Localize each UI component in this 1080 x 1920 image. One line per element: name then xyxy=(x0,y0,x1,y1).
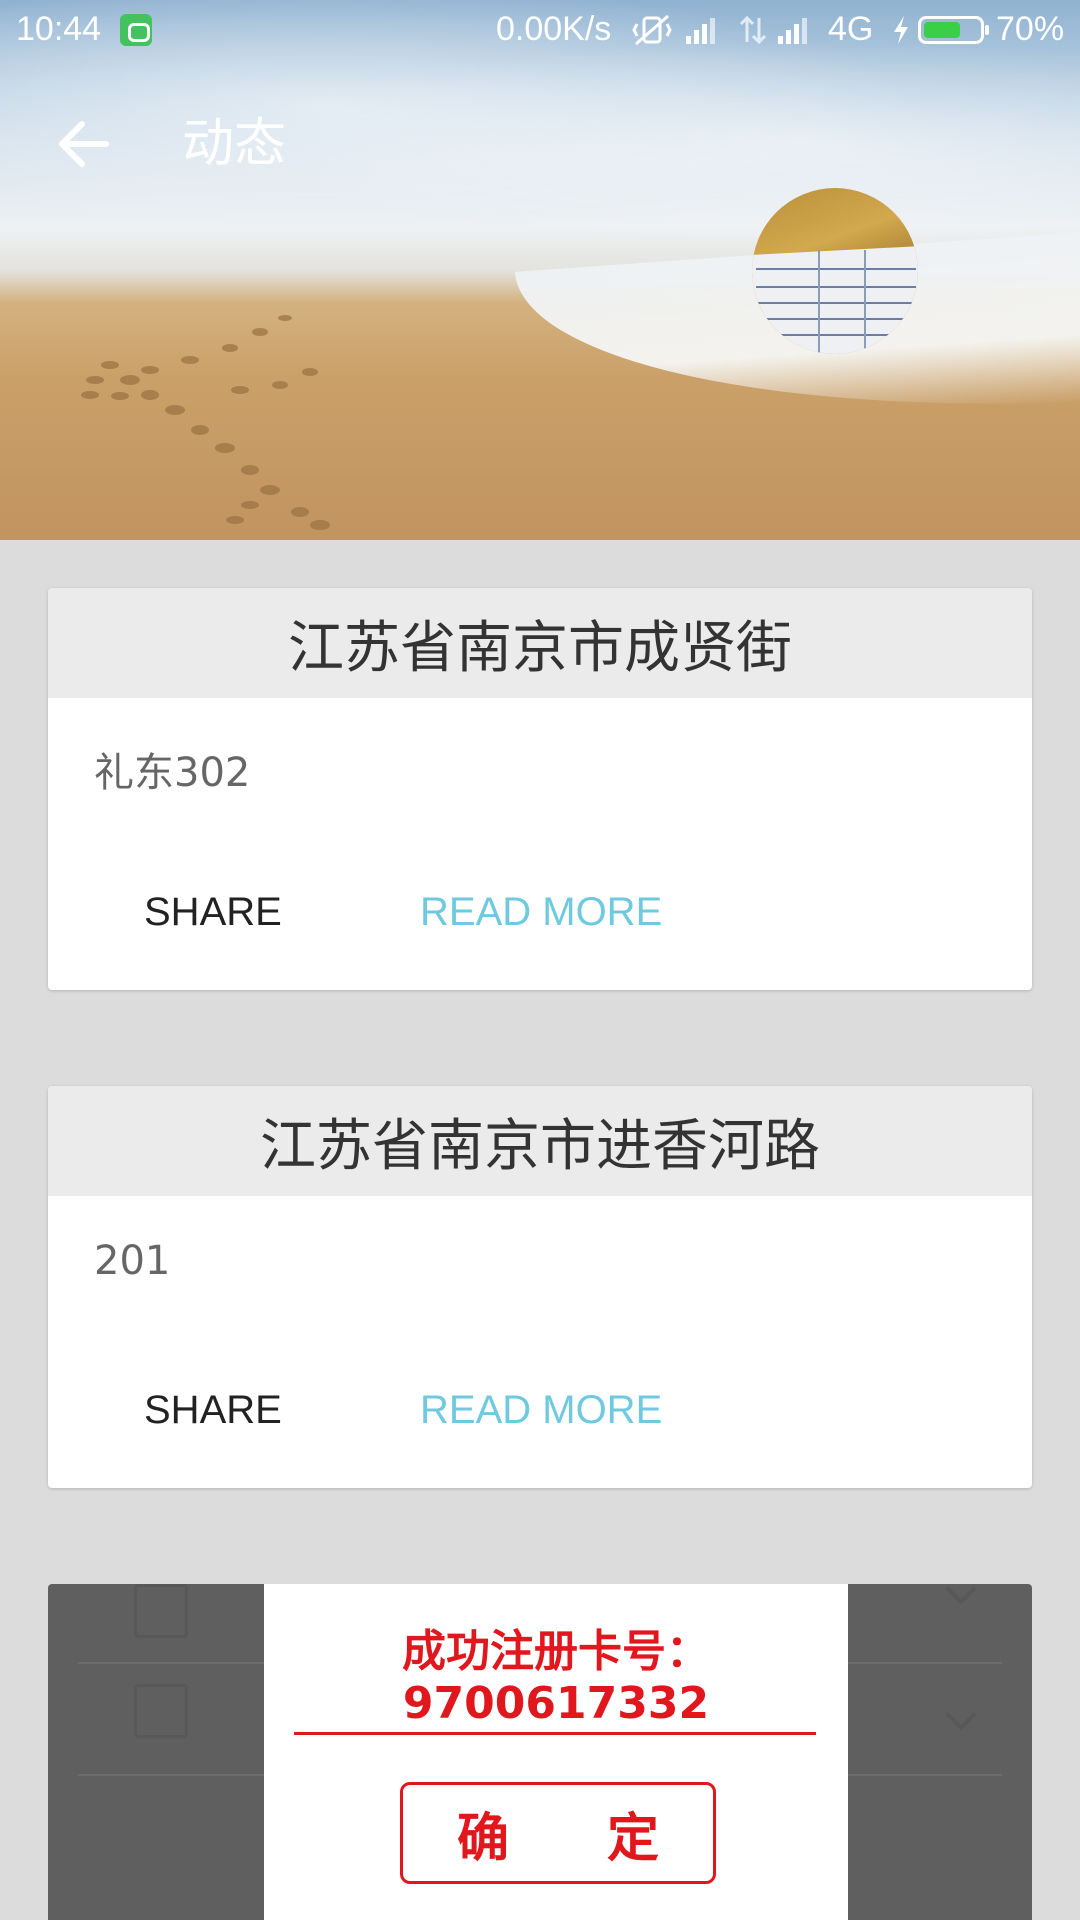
app-notification-icon xyxy=(120,14,152,46)
vibrate-icon xyxy=(632,14,672,46)
charging-icon xyxy=(894,16,908,44)
data-arrows-icon xyxy=(739,15,767,45)
post-card: 江苏省南京市成贤街 礼东302 SHARE READ MORE xyxy=(48,588,1032,990)
dialog-divider xyxy=(294,1732,816,1735)
header-image xyxy=(0,0,1080,540)
confirm-button[interactable]: 确 定 xyxy=(400,1782,716,1884)
chevron-down-icon xyxy=(945,1699,977,1731)
dialog-message: 成功注册卡号： 9700617332 xyxy=(264,1626,848,1730)
post-body: 礼东302 xyxy=(94,750,251,796)
card-number: 9700617332 xyxy=(402,1678,710,1729)
status-time: 10:44 xyxy=(16,10,102,48)
read-more-button[interactable]: READ MORE xyxy=(420,1388,662,1433)
status-bar: 10:44 0.00K/s 4G 70% xyxy=(0,0,1080,60)
post-card: 江苏省南京市进香河路 201 SHARE READ MORE xyxy=(48,1086,1032,1488)
signal-icon xyxy=(686,18,715,44)
battery-icon xyxy=(918,16,989,44)
post-title: 江苏省南京市成贤街 xyxy=(48,588,1032,698)
battery-percent: 70% xyxy=(996,10,1065,48)
back-arrow-icon[interactable] xyxy=(52,112,116,176)
read-more-button[interactable]: READ MORE xyxy=(420,890,662,935)
avatar-photo xyxy=(752,245,918,354)
printer-icon xyxy=(134,1584,188,1638)
chevron-down-icon xyxy=(945,1584,977,1605)
share-button[interactable]: SHARE xyxy=(144,890,282,935)
dialog-message-title: 成功注册卡号： xyxy=(402,1626,710,1677)
network-type: 4G xyxy=(828,10,874,48)
footprints-decoration xyxy=(81,315,330,530)
page-title: 动态 xyxy=(182,114,287,174)
post-title: 江苏省南京市进香河路 xyxy=(48,1086,1032,1196)
post-body: 201 xyxy=(94,1238,171,1284)
signal-icon xyxy=(778,18,807,44)
registration-success-dialog: 成功注册卡号： 9700617332 确 定 xyxy=(264,1584,848,1920)
share-button[interactable]: SHARE xyxy=(144,1388,282,1433)
network-speed: 0.00K/s xyxy=(496,10,612,48)
battery-fill xyxy=(924,22,960,38)
avatar[interactable] xyxy=(752,188,918,354)
building-icon xyxy=(134,1684,188,1738)
